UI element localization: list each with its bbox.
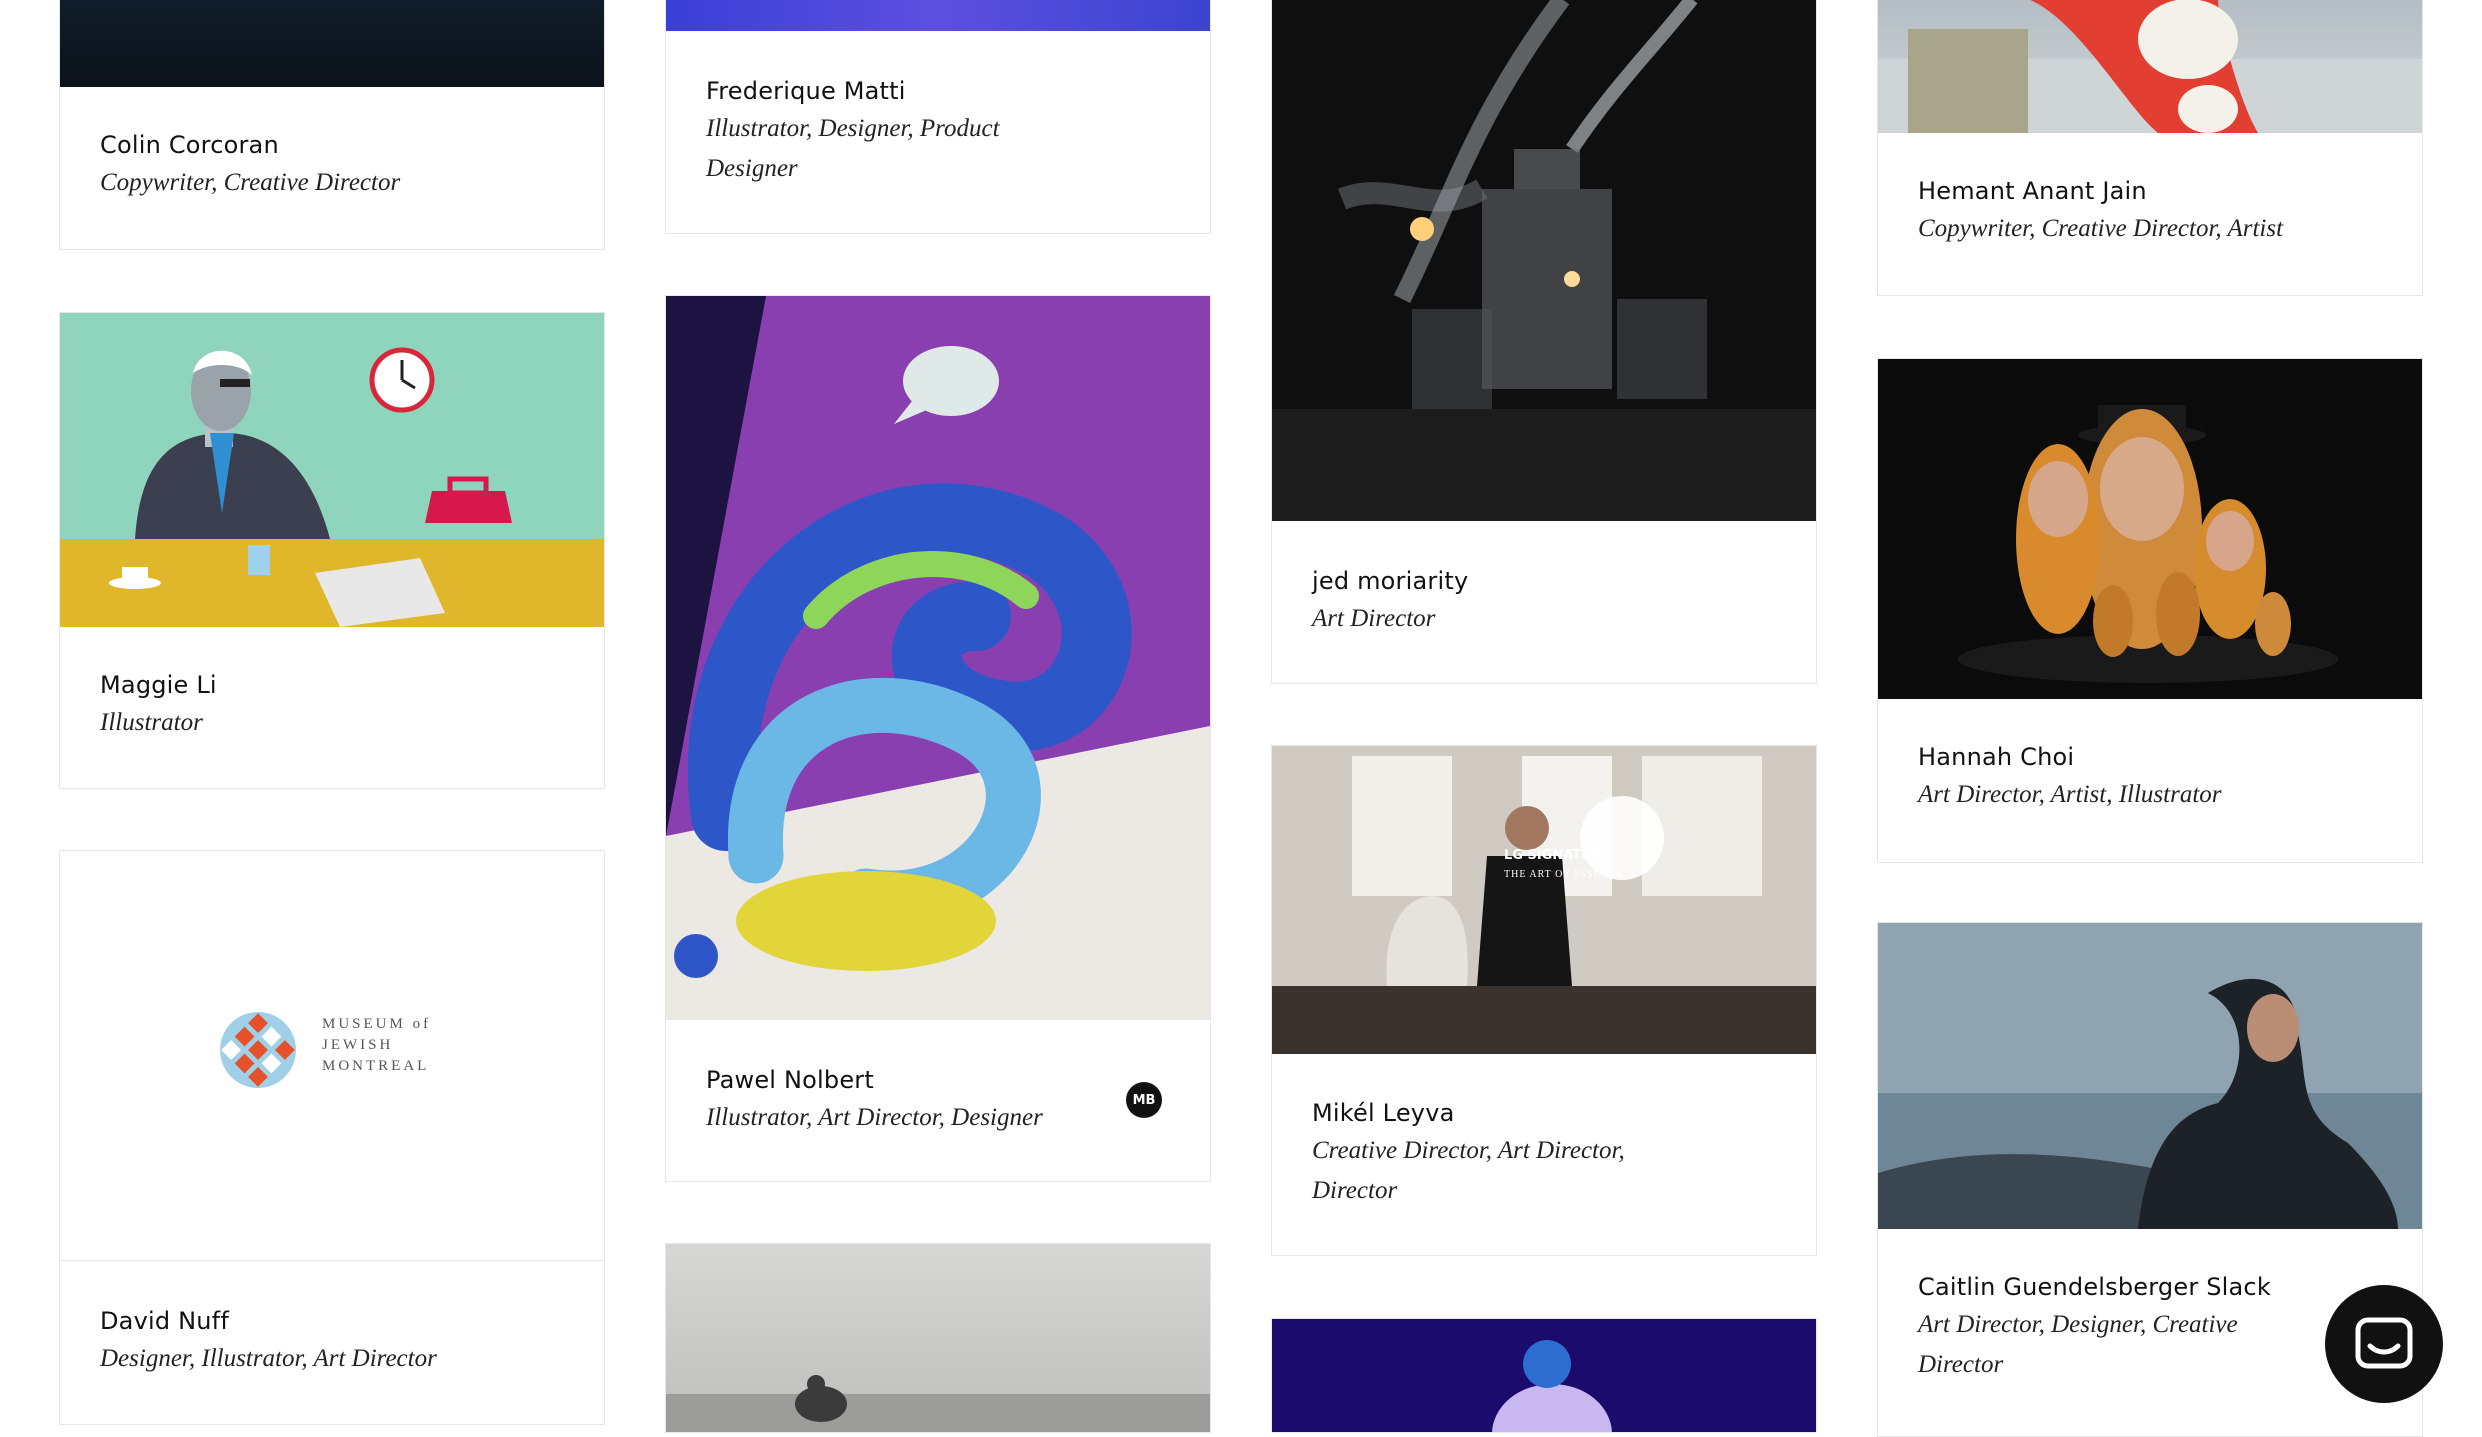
chat-bubble-icon [2355,1317,2413,1369]
project-thumbnail[interactable] [1878,0,2422,133]
creative-card-hannah-choi[interactable]: Hannah Choi Art Director, Artist, Illust… [1877,358,2423,863]
creative-roles: Art Director, Artist, Illustrator [1918,781,2222,808]
creative-roles: Illustrator, Art Director, Designer [706,1104,1043,1131]
creative-roles-continued: Director [1312,1177,1398,1204]
project-thumbnail[interactable] [666,0,1210,31]
woman-landscape-photo [1878,923,2422,1229]
creative-card-pawel-nolbert[interactable]: Pawel Nolbert Illustrator, Art Director,… [665,295,1211,1182]
creative-name[interactable]: Maggie Li [100,667,564,703]
blue-portrait-photo [1272,1319,1816,1432]
creative-card-frederique-matti[interactable]: Frederique Matti Illustrator, Designer, … [665,0,1211,234]
museum-logo-icon [220,1012,296,1088]
creative-name[interactable]: David Nuff [100,1303,564,1339]
creative-card-jed-moriarity[interactable]: jed moriarity Art Director [1271,0,1817,684]
creative-card-colin-corcoran[interactable]: Colin Corcoran Copywriter, Creative Dire… [59,0,605,250]
creative-card-partial[interactable] [665,1243,1211,1433]
creative-roles: Art Director [1312,605,1436,632]
smoke-bottle-photo [1272,0,1816,521]
chat-launcher-button[interactable] [2325,1285,2443,1403]
santa-balloon-photo [1878,0,2422,133]
pigeon-photo [666,1375,1210,1432]
project-thumbnail[interactable]: LG SIGNATURE THE ART OF ESSENCE [1272,746,1816,1054]
creative-roles: Creative Director, Art Director, [1312,1137,1625,1164]
creative-name[interactable]: Pawel Nolbert [706,1062,1170,1098]
creative-roles: Designer, Illustrator, Art Director [100,1345,437,1372]
creative-roles: Illustrator, Designer, Product [706,115,1000,142]
project-thumbnail[interactable] [60,313,604,627]
tailor-studio-photo [1272,746,1816,1054]
creative-roles: Illustrator [100,709,203,736]
nesting-dolls-photo [1878,359,2422,699]
creative-name[interactable]: Colin Corcoran [100,127,564,163]
creative-roles: Art Director, Designer, Creative [1918,1311,2238,1338]
creative-name[interactable]: Hannah Choi [1918,739,2382,775]
project-thumbnail[interactable] [1272,1319,1816,1432]
project-thumbnail[interactable]: MUSEUM of JEWISH MONTREAL [60,851,604,1261]
project-thumbnail[interactable] [60,0,604,87]
office-illustration [60,313,604,627]
creative-card-hemant-anant-jain[interactable]: Hemant Anant Jain Copywriter, Creative D… [1877,0,2423,296]
creative-roles-continued: Director [1918,1351,2004,1378]
creative-roles: Copywriter, Creative Director, Artist [1918,215,2284,242]
lg-signature-overlay: LG SIGNATURE THE ART OF ESSENCE [1504,848,1624,880]
creative-name[interactable]: Frederique Matti [706,73,1170,109]
project-thumbnail[interactable] [1878,359,2422,699]
creative-roles-continued: Designer [706,155,798,182]
creative-card-maggie-li[interactable]: Maggie Li Illustrator [59,312,605,789]
abstract-letter-artwork [666,296,1210,1020]
creative-card-partial[interactable] [1271,1318,1817,1433]
creative-name[interactable]: Hemant Anant Jain [1918,173,2382,209]
creative-card-david-nuff[interactable]: MUSEUM of JEWISH MONTREAL David Nuff Des… [59,850,605,1425]
museum-logo-text: MUSEUM of JEWISH MONTREAL [322,1016,432,1074]
project-thumbnail[interactable] [1878,923,2422,1229]
creative-name[interactable]: jed moriarity [1312,563,1776,599]
project-thumbnail[interactable] [666,1244,1210,1432]
creative-card-mikel-leyva[interactable]: LG SIGNATURE THE ART OF ESSENCE Mikél Le… [1271,745,1817,1256]
project-thumbnail[interactable] [1272,0,1816,521]
creative-name[interactable]: Caitlin Guendelsberger Slack [1918,1269,2382,1305]
creative-roles: Copywriter, Creative Director [100,169,401,196]
featured-badge: MB [1126,1082,1162,1118]
creative-name[interactable]: Mikél Leyva [1312,1095,1776,1131]
project-thumbnail[interactable] [666,296,1210,1020]
